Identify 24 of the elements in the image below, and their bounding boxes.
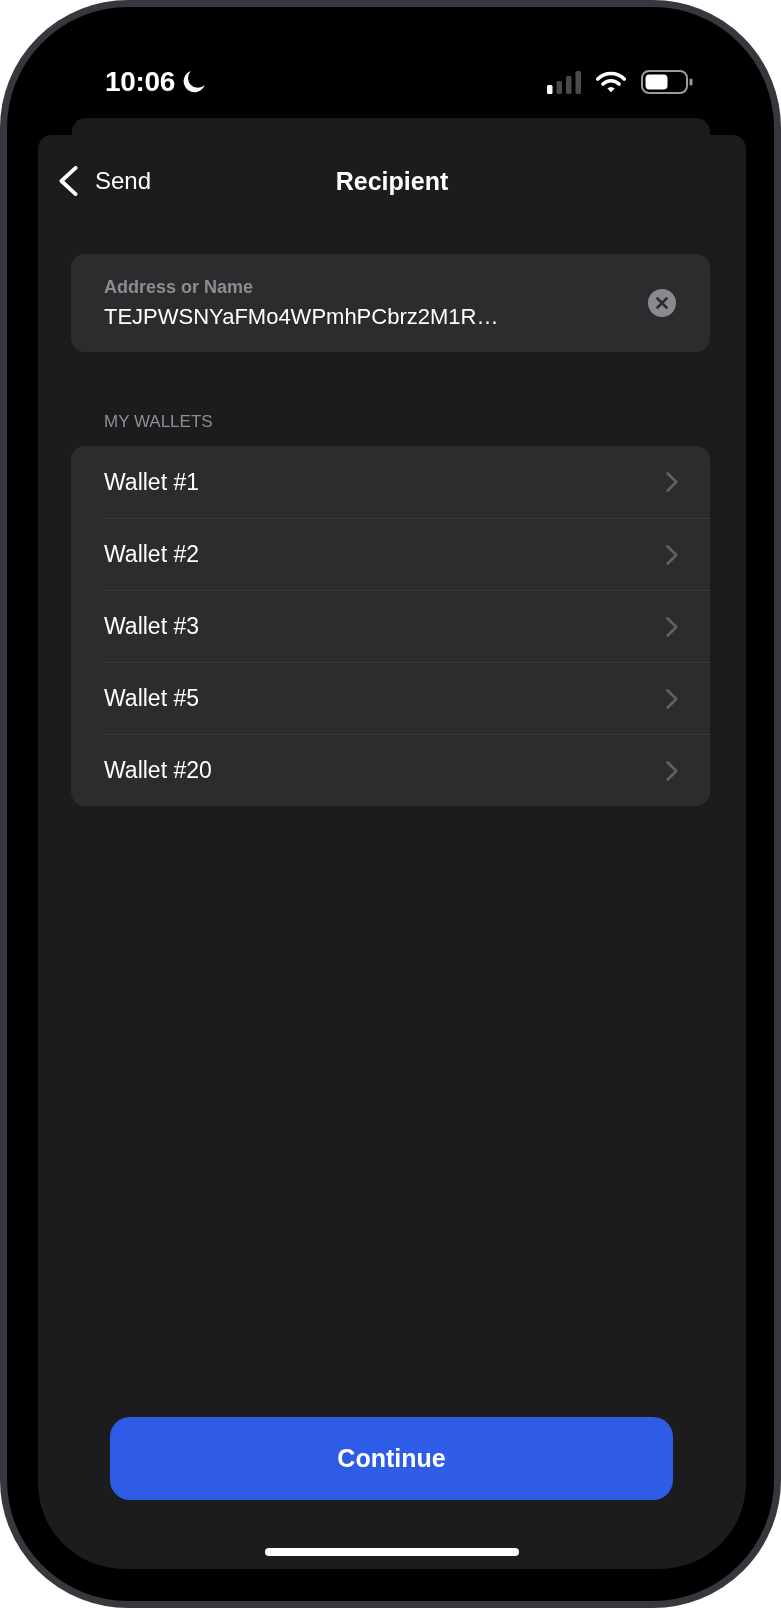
back-button[interactable]: Send [59,166,152,196]
screen-title: Recipient [335,166,449,196]
chevron-right-icon [666,688,678,709]
status-time: 10:06 [105,66,176,98]
wallet-row[interactable]: Wallet #1 [71,446,710,518]
field-label: Address or Name [104,276,254,298]
chevron-right-icon [666,760,678,781]
wallet-row[interactable]: Wallet #5 [71,662,710,734]
chevron-right-icon [666,616,678,637]
battery-icon [641,70,693,94]
wallet-row[interactable]: Wallet #20 [71,734,710,806]
continue-button[interactable]: Continue [110,1417,673,1500]
chevron-right-icon [666,472,678,492]
chevron-left-icon [59,166,78,196]
chevron-right-icon [666,544,678,565]
wallet-row[interactable]: Wallet #2 [71,518,710,590]
moon-icon [183,70,206,94]
wifi-icon [596,71,626,93]
signal-icon [547,70,581,94]
wallet-row[interactable]: Wallet #3 [71,590,710,662]
field-value[interactable]: TEJPWSNYaFMo4WPmhPCbrz2M1R… [104,303,499,330]
address-field[interactable]: Address or Name TEJPWSNYaFMo4WPmhPCbrz2M1R… [71,254,710,352]
clear-icon[interactable] [648,289,676,317]
section-header: MY WALLETS [104,412,213,432]
